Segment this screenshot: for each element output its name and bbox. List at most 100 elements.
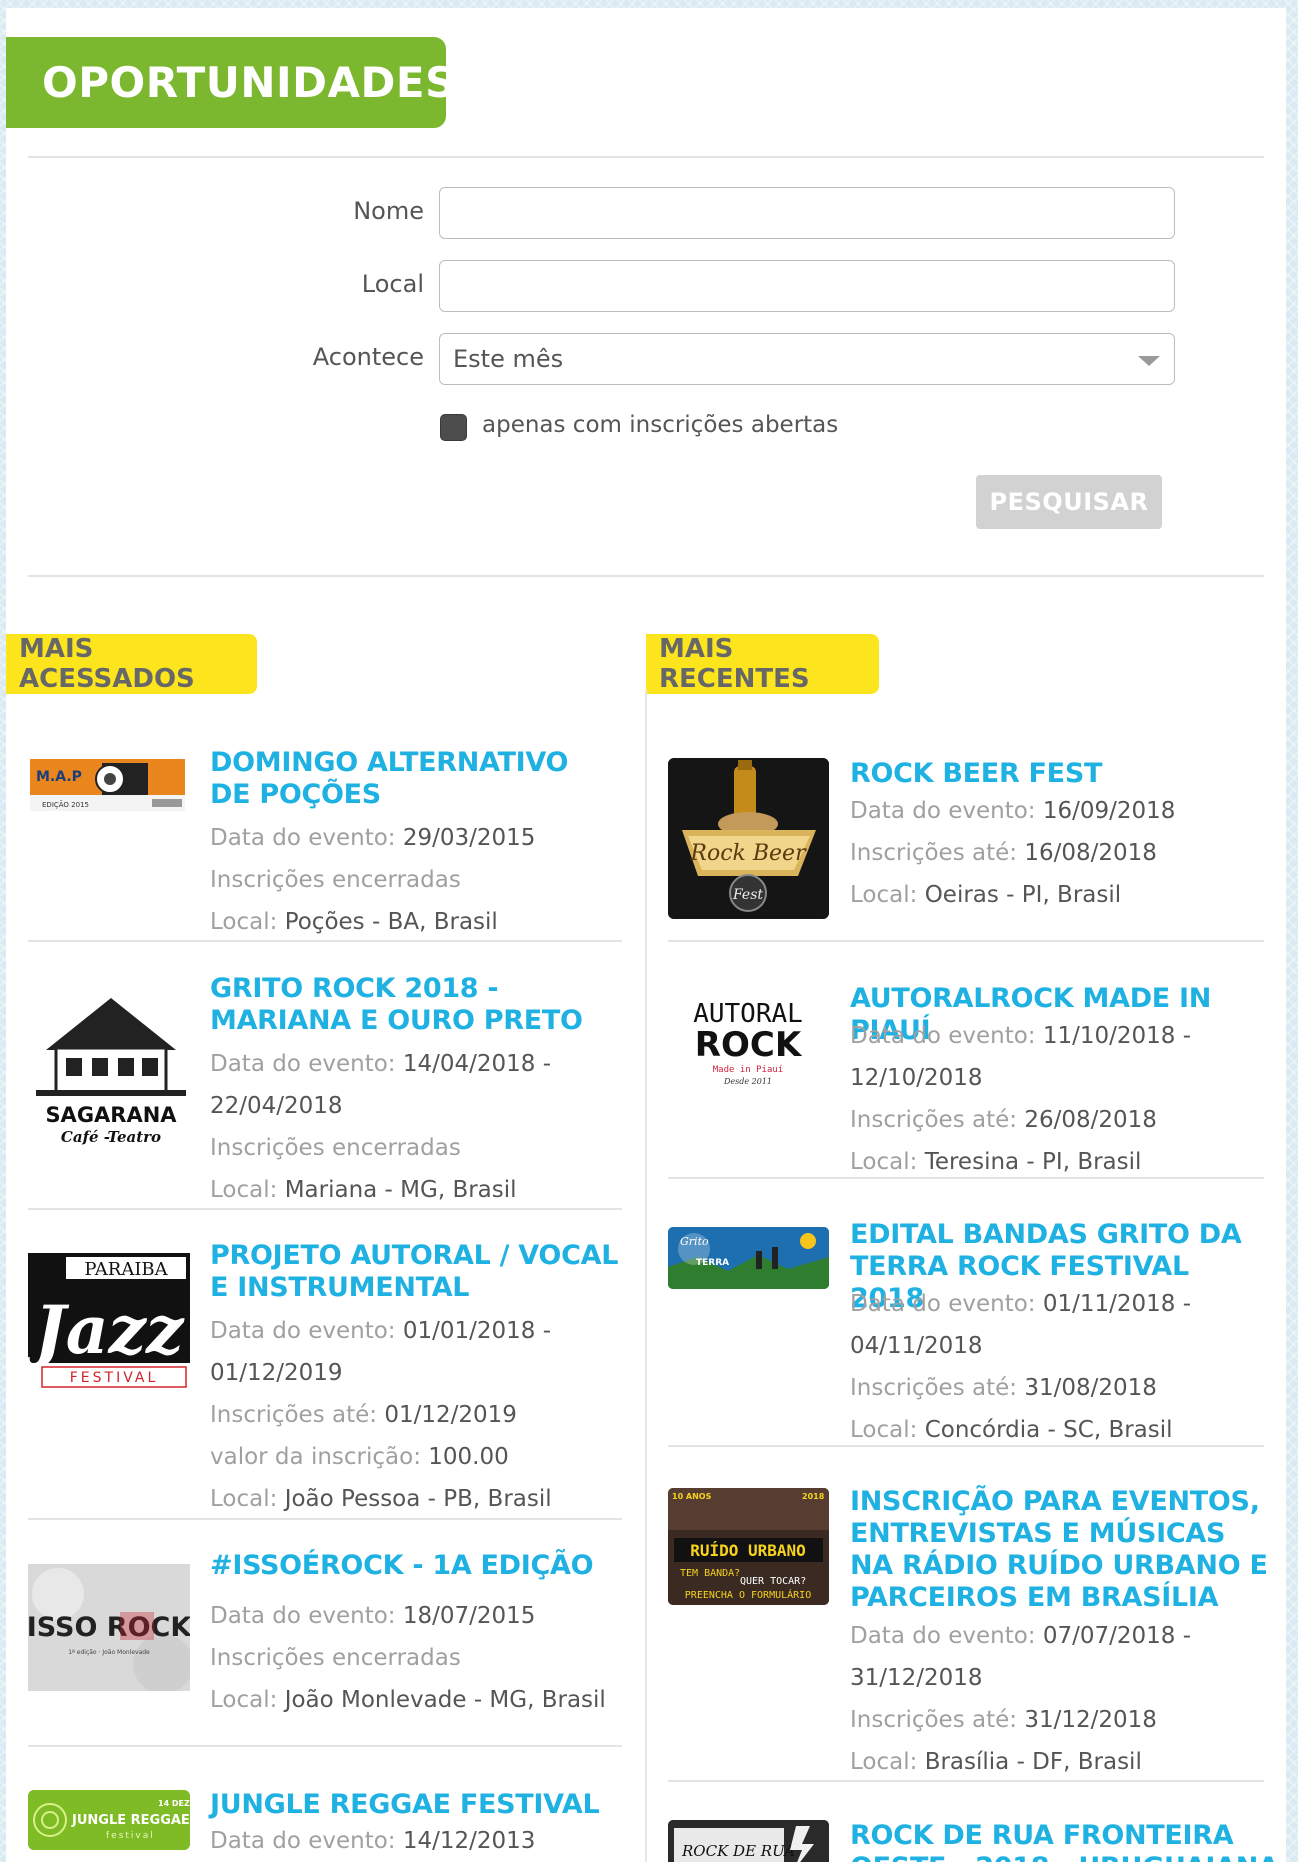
local-line: Local: Brasília - DF, Brasil [850, 1749, 1142, 1775]
inscricoes-line: Inscrições até: 26/08/2018 [850, 1107, 1157, 1133]
data-evento-value: 14/04/2018 - [402, 1051, 552, 1077]
inscricoes-label: Inscrições até: [850, 1707, 1018, 1733]
data-evento-value: 29/03/2015 [402, 825, 536, 851]
data-evento-value: 11/10/2018 - [1042, 1023, 1192, 1049]
grito-text: Grito [680, 1235, 709, 1248]
event-date-line: Data do evento: 11/10/2018 - [850, 1023, 1191, 1049]
event-thumbnail[interactable]: Rock Beer Fest [668, 758, 829, 919]
data-evento-value-2: 04/11/2018 [850, 1333, 983, 1359]
jungle-date-text: 14 DEZ [158, 1799, 190, 1808]
event-title[interactable]: INSCRIÇÃO PARA EVENTOS, ENTREVISTAS E MÚ… [850, 1486, 1270, 1614]
local-value: Poções - BA, Brasil [284, 909, 498, 935]
nome-input[interactable] [439, 187, 1175, 239]
open-registrations-label[interactable]: apenas com inscrições abertas [482, 412, 838, 438]
event-thumbnail[interactable]: PARAIBA Jazz FESTIVAL [28, 1253, 190, 1388]
local-input[interactable] [439, 260, 1175, 312]
local-line: Local: Teresina - PI, Brasil [850, 1149, 1141, 1175]
local-line: Local: Mariana - MG, Brasil [210, 1177, 517, 1203]
inscricoes-line: Inscrições até: 01/12/2019 [210, 1402, 517, 1428]
data-evento-value: 18/07/2015 [402, 1603, 536, 1629]
data-evento-value-2: 22/04/2018 [210, 1093, 343, 1119]
data-evento-label: Data do evento: [210, 1318, 396, 1344]
autoral-rock-text: ROCK [695, 1025, 803, 1065]
jungle-festival-text: festival [106, 1831, 155, 1841]
event-thumbnail[interactable]: M.A.P EDIÇÃO 2015 [30, 759, 185, 811]
data-evento-label: Data do evento: [850, 1623, 1036, 1649]
divider [28, 1208, 622, 1210]
open-registrations-checkbox[interactable] [440, 414, 467, 441]
chevron-down-icon [1138, 356, 1160, 366]
event-thumbnail[interactable]: 14 DEZ JUNGLE REGGAE festival [28, 1790, 190, 1850]
ruido-anos-text: 10 ANOS [672, 1492, 712, 1501]
event-date-line-2: 04/11/2018 [850, 1333, 983, 1359]
event-title[interactable]: JUNGLE REGGAE FESTIVAL [210, 1789, 630, 1821]
event-date-line-2: 31/12/2018 [850, 1665, 983, 1691]
local-line: Local: João Pessoa - PB, Brasil [210, 1486, 552, 1512]
inscricoes-status: Inscrições encerradas [210, 867, 461, 893]
event-title[interactable]: DOMINGO ALTERNATIVO DE POÇÕES [210, 747, 570, 811]
divider [668, 1177, 1264, 1179]
local-value: Oeiras - PI, Brasil [924, 882, 1122, 908]
local-label: Local: [210, 1687, 278, 1713]
data-evento-value: 01/11/2018 - [1042, 1291, 1192, 1317]
event-date-line-2: 01/12/2019 [210, 1360, 343, 1386]
local-value: Brasília - DF, Brasil [924, 1749, 1142, 1775]
data-evento-label: Data do evento: [850, 798, 1036, 824]
event-date-line: Data do evento: 14/12/2013 [210, 1828, 535, 1854]
event-thumbnail[interactable]: 10 ANOS 2018 RUÍDO URBANO TEM BANDA? QUE… [668, 1488, 829, 1605]
local-label: Local: [210, 1486, 278, 1512]
event-title[interactable]: ROCK BEER FEST [850, 758, 1270, 790]
autoral-desde-text: Desde 2011 [723, 1077, 772, 1086]
nome-label: Nome [353, 197, 424, 225]
isso-rock-text: ISSO ROCK [28, 1612, 190, 1643]
data-evento-value-2: 12/10/2018 [850, 1065, 983, 1091]
ruido-year-text: 2018 [802, 1492, 825, 1501]
event-thumbnail[interactable]: Grito TERRA [668, 1227, 829, 1289]
inscricoes-value: 16/08/2018 [1024, 840, 1157, 866]
local-line: Local: Oeiras - PI, Brasil [850, 882, 1121, 908]
rockbeer-fest-text: Fest [732, 887, 763, 903]
divider [28, 1518, 622, 1520]
local-value: João Pessoa - PB, Brasil [284, 1486, 552, 1512]
valor-line: valor da inscrição: 100.00 [210, 1444, 509, 1470]
event-thumbnail[interactable]: SAGARANA Café -Teatro [30, 986, 192, 1148]
event-thumbnail[interactable]: AUTORAL ROCK Made in Piauí Desde 2011 [668, 986, 829, 1097]
event-thumbnail[interactable]: ROCK DE RUA [668, 1820, 829, 1862]
event-date-line: Data do evento: 29/03/2015 [210, 825, 535, 851]
rockderua-text: ROCK DE RUA [681, 1842, 795, 1860]
divider [668, 1780, 1264, 1782]
event-title[interactable]: PROJETO AUTORAL / VOCAL E INSTRUMENTAL [210, 1240, 630, 1304]
event-title[interactable]: #ISSOÉROCK - 1A EDIÇÃO [210, 1550, 630, 1582]
paraiba-text: PARAIBA [84, 1259, 168, 1280]
local-label: Local: [850, 1417, 918, 1443]
inscricoes-line: Inscrições até: 16/08/2018 [850, 840, 1157, 866]
inscricoes-label: Inscrições até: [850, 840, 1018, 866]
divider [28, 940, 622, 942]
page-title-tab: OPORTUNIDADES [6, 37, 455, 128]
event-date-line: Data do evento: 14/04/2018 - [210, 1051, 551, 1077]
search-button[interactable]: PESQUISAR [976, 475, 1162, 529]
data-evento-label: Data do evento: [210, 1051, 396, 1077]
data-evento-value: 16/09/2018 [1042, 798, 1176, 824]
data-evento-value: 07/07/2018 - [1042, 1623, 1192, 1649]
event-title[interactable]: GRITO ROCK 2018 - MARIANA E OURO PRETO [210, 973, 630, 1037]
ruido-form-text: PREENCHA O FORMULÁRIO [685, 1588, 811, 1601]
data-evento-label: Data do evento: [210, 825, 396, 851]
event-thumbnail[interactable]: ISSO ROCK 1ª edição · João Monlevade [28, 1564, 190, 1691]
acontece-select[interactable]: Este mês [439, 333, 1175, 385]
local-label: Local: [850, 1149, 918, 1175]
ruido-banda-text: TEM BANDA? [680, 1568, 740, 1579]
local-label: Local: [210, 1177, 278, 1203]
local-label: Local: [850, 1749, 918, 1775]
data-evento-value-2: 31/12/2018 [850, 1665, 983, 1691]
event-title[interactable]: ROCK DE RUA FRONTEIRA OESTE - 2018 - URU… [850, 1820, 1280, 1862]
data-evento-value: 14/12/2013 [402, 1828, 536, 1854]
data-evento-value-2: 01/12/2019 [210, 1360, 343, 1386]
local-line: Local: Poções - BA, Brasil [210, 909, 498, 935]
inscricoes-label: Inscrições até: [210, 1402, 378, 1428]
divider [668, 1445, 1264, 1447]
local-value: Concórdia - SC, Brasil [924, 1417, 1173, 1443]
isso-rock-subtext: 1ª edição · João Monlevade [68, 1649, 150, 1656]
inscricoes-label: Inscrições até: [850, 1375, 1018, 1401]
data-evento-label: Data do evento: [850, 1023, 1036, 1049]
